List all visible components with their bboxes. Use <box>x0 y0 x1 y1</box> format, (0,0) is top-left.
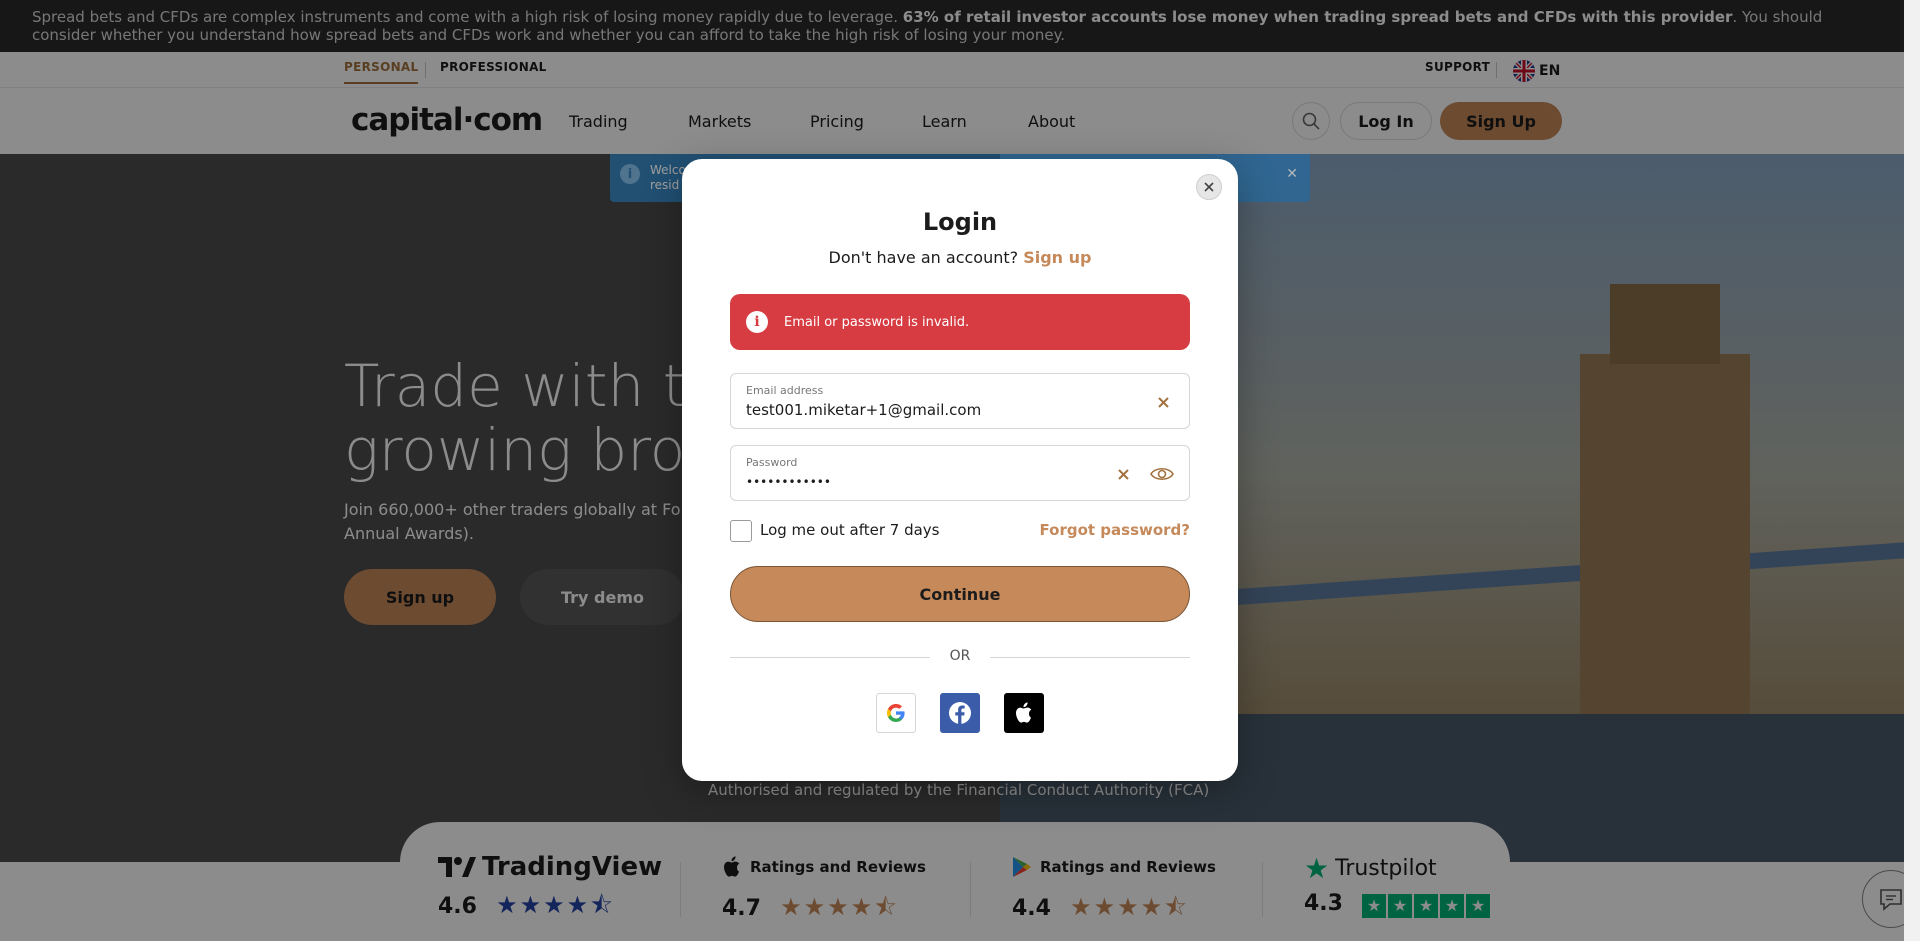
eye-icon <box>1150 467 1174 481</box>
welcome-text: resid <box>650 178 680 192</box>
forgot-password-link[interactable]: Forgot password? <box>1040 521 1191 539</box>
error-alert: i Email or password is invalid. <box>730 294 1190 350</box>
clear-email-button[interactable] <box>1153 392 1173 412</box>
facebook-login-button[interactable] <box>940 693 980 733</box>
checkbox-label[interactable]: Log me out after 7 days <box>760 521 939 539</box>
apple-login-button[interactable] <box>1004 693 1044 733</box>
close-icon <box>1157 396 1169 408</box>
show-password-button[interactable] <box>1149 462 1175 486</box>
or-separator: OR <box>949 648 971 664</box>
email-input[interactable] <box>746 401 1126 419</box>
info-icon: i <box>620 164 640 184</box>
login-modal: Login Don't have an account? Sign up i E… <box>682 159 1238 781</box>
modal-close-button[interactable] <box>1196 174 1222 200</box>
modal-title: Login <box>922 208 998 236</box>
close-icon <box>1204 182 1214 192</box>
logout-option-row: Log me out after 7 days Forgot password? <box>730 519 1190 543</box>
modal-subtitle: Don't have an account? Sign up <box>682 248 1238 267</box>
google-login-button[interactable] <box>876 693 916 733</box>
divider <box>990 657 1190 658</box>
apple-icon <box>1016 702 1032 723</box>
continue-button[interactable]: Continue <box>730 566 1190 622</box>
facebook-icon <box>949 702 971 724</box>
google-icon <box>887 704 905 722</box>
password-field[interactable]: Password <box>730 445 1190 501</box>
info-icon: i <box>746 311 768 333</box>
close-icon <box>1117 468 1129 480</box>
page-scrollbar[interactable] <box>1904 0 1920 941</box>
no-account-text: Don't have an account? <box>828 248 1019 267</box>
clear-password-button[interactable] <box>1113 464 1133 484</box>
error-message: Email or password is invalid. <box>784 314 970 330</box>
signup-link[interactable]: Sign up <box>1023 248 1091 267</box>
welcome-text: Welco <box>650 163 686 177</box>
password-input[interactable] <box>746 475 1126 489</box>
close-icon[interactable]: ✕ <box>1286 166 1298 182</box>
email-label: Email address <box>746 384 824 397</box>
password-label: Password <box>746 456 798 469</box>
logout-after-7-days-checkbox[interactable] <box>730 520 752 542</box>
email-field[interactable]: Email address <box>730 373 1190 429</box>
